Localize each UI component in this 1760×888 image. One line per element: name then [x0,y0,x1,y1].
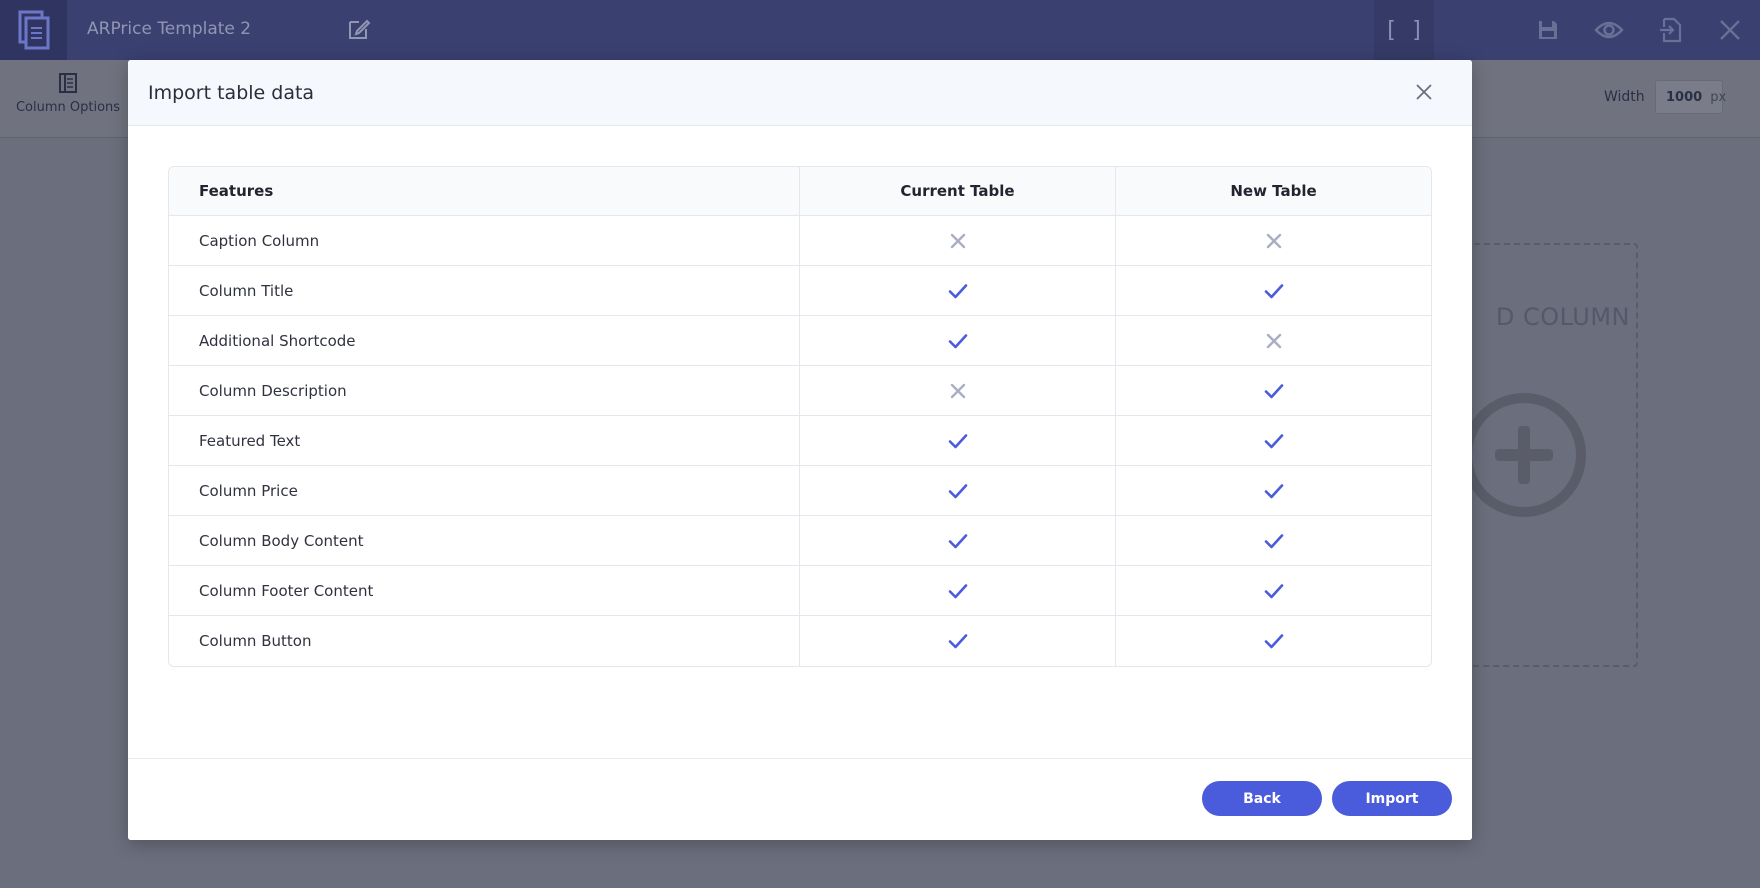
table-header-row: Features Current Table New Table [169,167,1431,216]
feature-name: Caption Column [169,216,800,266]
check-icon [948,483,967,498]
width-unit: px [1710,89,1727,105]
new-table-cell [1116,466,1431,516]
export-button[interactable] [1655,14,1687,46]
header-current-table: Current Table [800,167,1116,216]
document-stack-icon [18,10,49,50]
check-icon [1264,383,1283,398]
table-row: Column Button [169,616,1431,666]
feature-name: Column Button [169,616,800,666]
width-value: 1000 [1666,89,1703,105]
feature-name: Column Footer Content [169,566,800,616]
column-options-label: Column Options [15,100,121,115]
save-button[interactable] [1532,14,1564,46]
check-icon [1264,634,1283,649]
check-icon [948,433,967,448]
header-features: Features [169,167,800,216]
new-table-cell [1116,416,1431,466]
table-row: Column Price [169,466,1431,516]
modal-title: Import table data [148,82,315,104]
table-row: Column Footer Content [169,566,1431,616]
current-table-cell [800,516,1116,566]
width-label: Width [1604,89,1645,105]
feature-name: Column Title [169,266,800,316]
feature-name: Column Price [169,466,800,516]
table-row: Column Description [169,366,1431,416]
check-icon [1264,483,1283,498]
new-table-cell [1116,516,1431,566]
table-row: Column Body Content [169,516,1431,566]
current-table-cell [800,266,1116,316]
width-input[interactable]: 1000 px [1655,80,1727,114]
check-icon [948,634,967,649]
modal-footer: Back Import [128,758,1472,840]
modal-header: Import table data [128,60,1472,126]
close-icon [1416,84,1432,100]
current-table-cell [800,616,1116,666]
feature-name: Featured Text [169,416,800,466]
features-comparison-table: Features Current Table New Table Caption… [168,166,1432,667]
new-table-cell [1116,566,1431,616]
check-icon [1264,283,1283,298]
fullscreen-button[interactable]: [ ] [1374,0,1434,60]
back-button[interactable]: Back [1202,781,1322,816]
plus-circle-icon [1462,393,1586,517]
current-table-cell [800,216,1116,266]
edit-icon [349,19,371,39]
new-table-cell [1116,616,1431,666]
cross-icon [1266,233,1281,248]
current-table-cell [800,316,1116,366]
app-title[interactable]: ARPrice Template 2 [87,19,251,39]
current-table-cell [800,366,1116,416]
edit-title-button[interactable] [346,16,374,44]
check-icon [1264,433,1283,448]
import-button[interactable]: Import [1332,781,1452,816]
cross-icon [950,233,965,248]
header-new-table: New Table [1116,167,1431,216]
close-icon [1720,20,1740,40]
check-icon [948,583,967,598]
feature-name: Additional Shortcode [169,316,800,366]
current-table-cell [800,566,1116,616]
file-export-icon [1660,17,1682,43]
new-table-cell [1116,316,1431,366]
app-logo[interactable] [0,0,67,60]
table-row: Additional Shortcode [169,316,1431,366]
close-editor-button[interactable] [1714,14,1746,46]
check-icon [948,333,967,348]
table-row: Featured Text [169,416,1431,466]
check-icon [948,283,967,298]
feature-name: Column Description [169,366,800,416]
check-icon [948,533,967,548]
cross-icon [1266,333,1281,348]
modal-close-button[interactable] [1414,82,1436,104]
preview-button[interactable] [1593,14,1625,46]
top-bar: ARPrice Template 2 [ ] [0,0,1760,60]
new-table-cell [1116,216,1431,266]
column-options-button[interactable]: Column Options [10,72,126,115]
eye-icon [1594,21,1624,39]
table-row: Column Title [169,266,1431,316]
save-icon [1539,21,1557,39]
cross-icon [950,383,965,398]
import-table-modal: Import table data Features Current Table… [128,60,1472,840]
feature-name: Column Body Content [169,516,800,566]
current-table-cell [800,416,1116,466]
current-table-cell [800,466,1116,516]
check-icon [1264,583,1283,598]
check-icon [1264,533,1283,548]
new-table-cell [1116,266,1431,316]
table-row: Caption Column [169,216,1431,266]
new-table-cell [1116,366,1431,416]
columns-icon [59,73,77,93]
